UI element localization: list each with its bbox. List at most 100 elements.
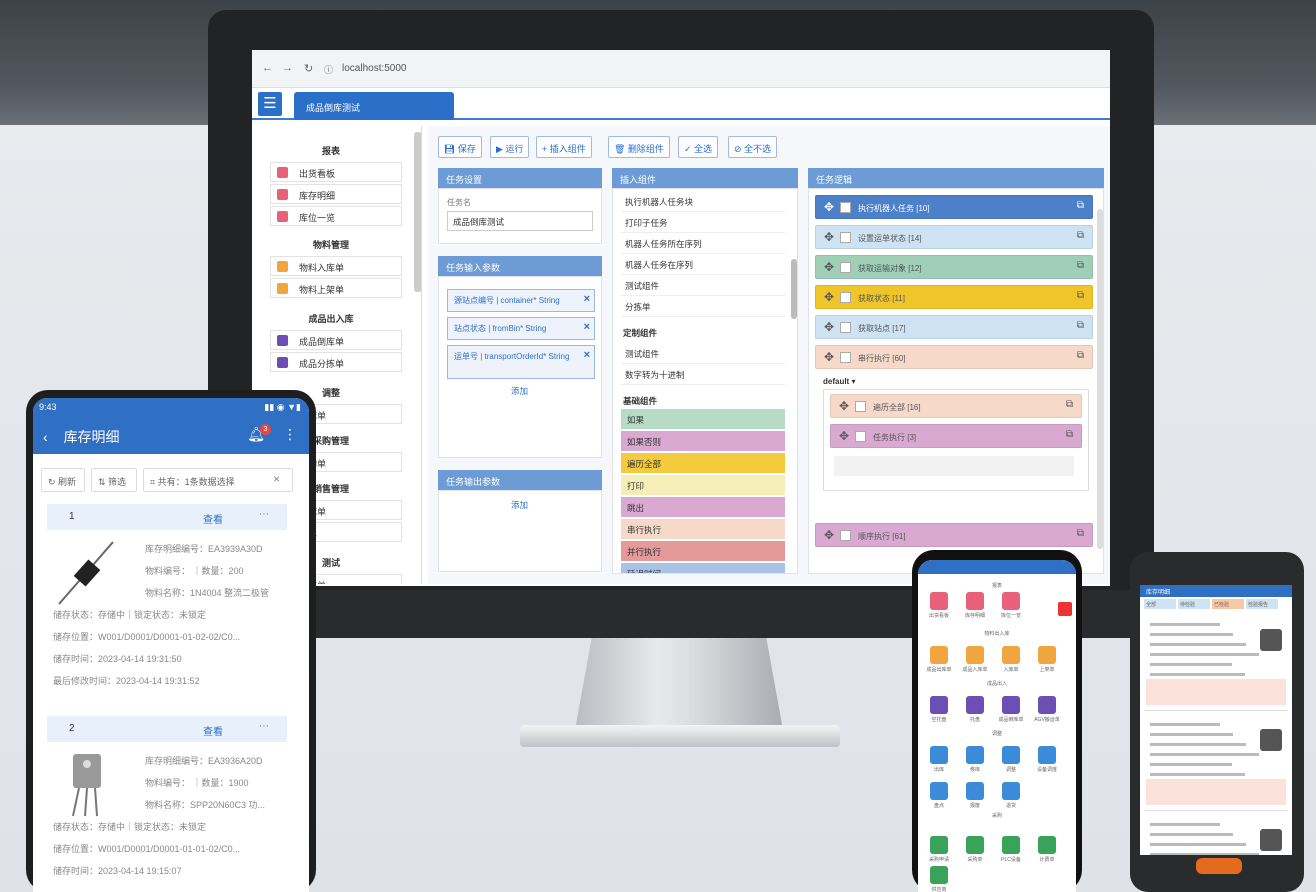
forward-icon[interactable]: →: [282, 62, 293, 74]
copy-icon[interactable]: ⧉: [1066, 429, 1073, 440]
app-icon[interactable]: [1038, 696, 1056, 714]
app-icon[interactable]: [966, 696, 984, 714]
rugged-tab[interactable]: 已检验: [1212, 599, 1244, 609]
more-icon[interactable]: ⋯: [259, 721, 269, 732]
toolbar-button[interactable]: ▶ 运行: [490, 136, 530, 158]
app-icon[interactable]: [966, 782, 984, 800]
float-button[interactable]: [1058, 602, 1072, 616]
node-checkbox[interactable]: [840, 530, 851, 541]
move-icon[interactable]: ✥: [839, 429, 849, 443]
sidebar-item[interactable]: 出货看板: [270, 162, 402, 182]
app-icon[interactable]: [1002, 836, 1020, 854]
param-chip[interactable]: 站点状态 | fromBin* String ×: [447, 317, 595, 340]
rugged-tab[interactable]: 检验报告: [1246, 599, 1278, 609]
app-icon[interactable]: [930, 866, 948, 884]
app-icon[interactable]: [966, 836, 984, 854]
copy-icon[interactable]: ⧉: [1077, 260, 1084, 271]
components-scrollbar[interactable]: [791, 259, 797, 319]
app-icon[interactable]: [930, 696, 948, 714]
app-icon[interactable]: [1038, 746, 1056, 764]
app-icon[interactable]: [1002, 746, 1020, 764]
node-checkbox[interactable]: [840, 202, 851, 213]
move-icon[interactable]: ✥: [824, 350, 834, 364]
more-icon[interactable]: ⋮: [283, 426, 297, 443]
app-icon[interactable]: [966, 592, 984, 610]
copy-icon[interactable]: ⧉: [1077, 350, 1084, 361]
back-icon[interactable]: ‹: [43, 429, 48, 445]
logic-node[interactable]: 顺序执行 [61] ✥ ⧉: [815, 523, 1093, 547]
move-icon[interactable]: ✥: [824, 200, 834, 214]
filter-button[interactable]: ⇅ 筛选: [91, 468, 137, 492]
node-checkbox[interactable]: [840, 232, 851, 243]
menu-icon[interactable]: ☰: [258, 92, 282, 116]
filter-button[interactable]: ↻ 刷新: [41, 468, 85, 492]
move-icon[interactable]: ✥: [839, 399, 849, 413]
sidebar-item[interactable]: 库存明细: [270, 184, 402, 204]
node-checkbox[interactable]: [840, 262, 851, 273]
basic-component[interactable]: 如果否则: [621, 431, 785, 452]
logic-node[interactable]: 执行机器人任务 [10] ✥ ⧉: [815, 195, 1093, 219]
basic-component[interactable]: 并行执行: [621, 541, 785, 562]
basic-component[interactable]: 跳出: [621, 497, 785, 518]
toolbar-button[interactable]: + 插入组件: [536, 136, 592, 158]
sidebar-item[interactable]: 成品分拣单: [270, 352, 402, 372]
param-chip[interactable]: 运单号 | transportOrderId* String ×: [447, 345, 595, 379]
app-icon[interactable]: [930, 646, 948, 664]
app-icon[interactable]: [930, 746, 948, 764]
add-input-link[interactable]: 添加: [511, 385, 528, 397]
close-icon[interactable]: ×: [273, 472, 280, 486]
basic-component[interactable]: 延迟时间: [621, 563, 785, 573]
address-bar[interactable]: localhost:5000: [336, 59, 1096, 79]
sidebar-item[interactable]: 成品倒库单: [270, 330, 402, 350]
app-icon[interactable]: [1038, 646, 1056, 664]
more-icon[interactable]: ⋯: [259, 509, 269, 520]
remove-icon[interactable]: ×: [584, 321, 590, 333]
basic-component[interactable]: 串行执行: [621, 519, 785, 540]
logic-node[interactable]: 设置运单状态 [14] ✥ ⧉: [815, 225, 1093, 249]
node-checkbox[interactable]: [840, 292, 851, 303]
component-item[interactable]: 分拣单: [621, 296, 785, 317]
app-icon[interactable]: [930, 592, 948, 610]
component-item[interactable]: 机器人任务在序列: [621, 254, 785, 275]
app-icon[interactable]: [930, 782, 948, 800]
app-icon[interactable]: [1038, 836, 1056, 854]
reload-icon[interactable]: ↻: [304, 62, 313, 75]
move-icon[interactable]: ✥: [824, 290, 834, 304]
app-icon[interactable]: [1002, 592, 1020, 610]
toolbar-button[interactable]: ✓ 全选: [678, 136, 719, 158]
node-checkbox[interactable]: [855, 401, 866, 412]
node-checkbox[interactable]: [840, 322, 851, 333]
remove-icon[interactable]: ×: [584, 293, 590, 305]
view-link[interactable]: 查看: [203, 723, 223, 738]
app-icon[interactable]: [1002, 696, 1020, 714]
param-chip[interactable]: 源站点编号 | container* String ×: [447, 289, 595, 312]
copy-icon[interactable]: ⧉: [1077, 230, 1084, 241]
tab-task[interactable]: 成品倒库测试: [294, 92, 454, 120]
toolbar-button[interactable]: 💾︎ 保存: [438, 136, 482, 158]
back-icon[interactable]: ←: [262, 62, 273, 74]
move-icon[interactable]: ✥: [824, 230, 834, 244]
toolbar-button[interactable]: 🗑︎ 删除组件: [608, 136, 670, 158]
node-checkbox[interactable]: [855, 431, 866, 442]
logic-scrollbar[interactable]: [1097, 209, 1103, 549]
app-icon[interactable]: [930, 836, 948, 854]
logic-node[interactable]: 获取运输对象 [12] ✥ ⧉: [815, 255, 1093, 279]
logic-node[interactable]: 遍历全部 [16] ✥ ⧉: [830, 394, 1082, 418]
task-name-input[interactable]: 成品倒库测试: [447, 211, 593, 231]
basic-component[interactable]: 打印: [621, 475, 785, 496]
logic-node[interactable]: 获取状态 [11] ✥ ⧉: [815, 285, 1093, 309]
copy-icon[interactable]: ⧉: [1066, 399, 1073, 410]
logic-node[interactable]: 获取站点 [17] ✥ ⧉: [815, 315, 1093, 339]
rugged-tab[interactable]: 待检验: [1178, 599, 1210, 609]
logic-node[interactable]: 任务执行 [3] ✥ ⧉: [830, 424, 1082, 448]
app-icon[interactable]: [966, 646, 984, 664]
basic-component[interactable]: 遍历全部: [621, 453, 785, 474]
sidebar-scrollbar[interactable]: [414, 132, 421, 292]
app-icon[interactable]: [966, 746, 984, 764]
app-icon[interactable]: [1002, 782, 1020, 800]
component-item[interactable]: 执行机器人任务块: [621, 191, 785, 212]
component-item[interactable]: 机器人任务所在序列: [621, 233, 785, 254]
app-icon[interactable]: [1002, 646, 1020, 664]
sidebar-item[interactable]: 库位一览: [270, 206, 402, 226]
basic-component[interactable]: 如果: [621, 409, 785, 430]
